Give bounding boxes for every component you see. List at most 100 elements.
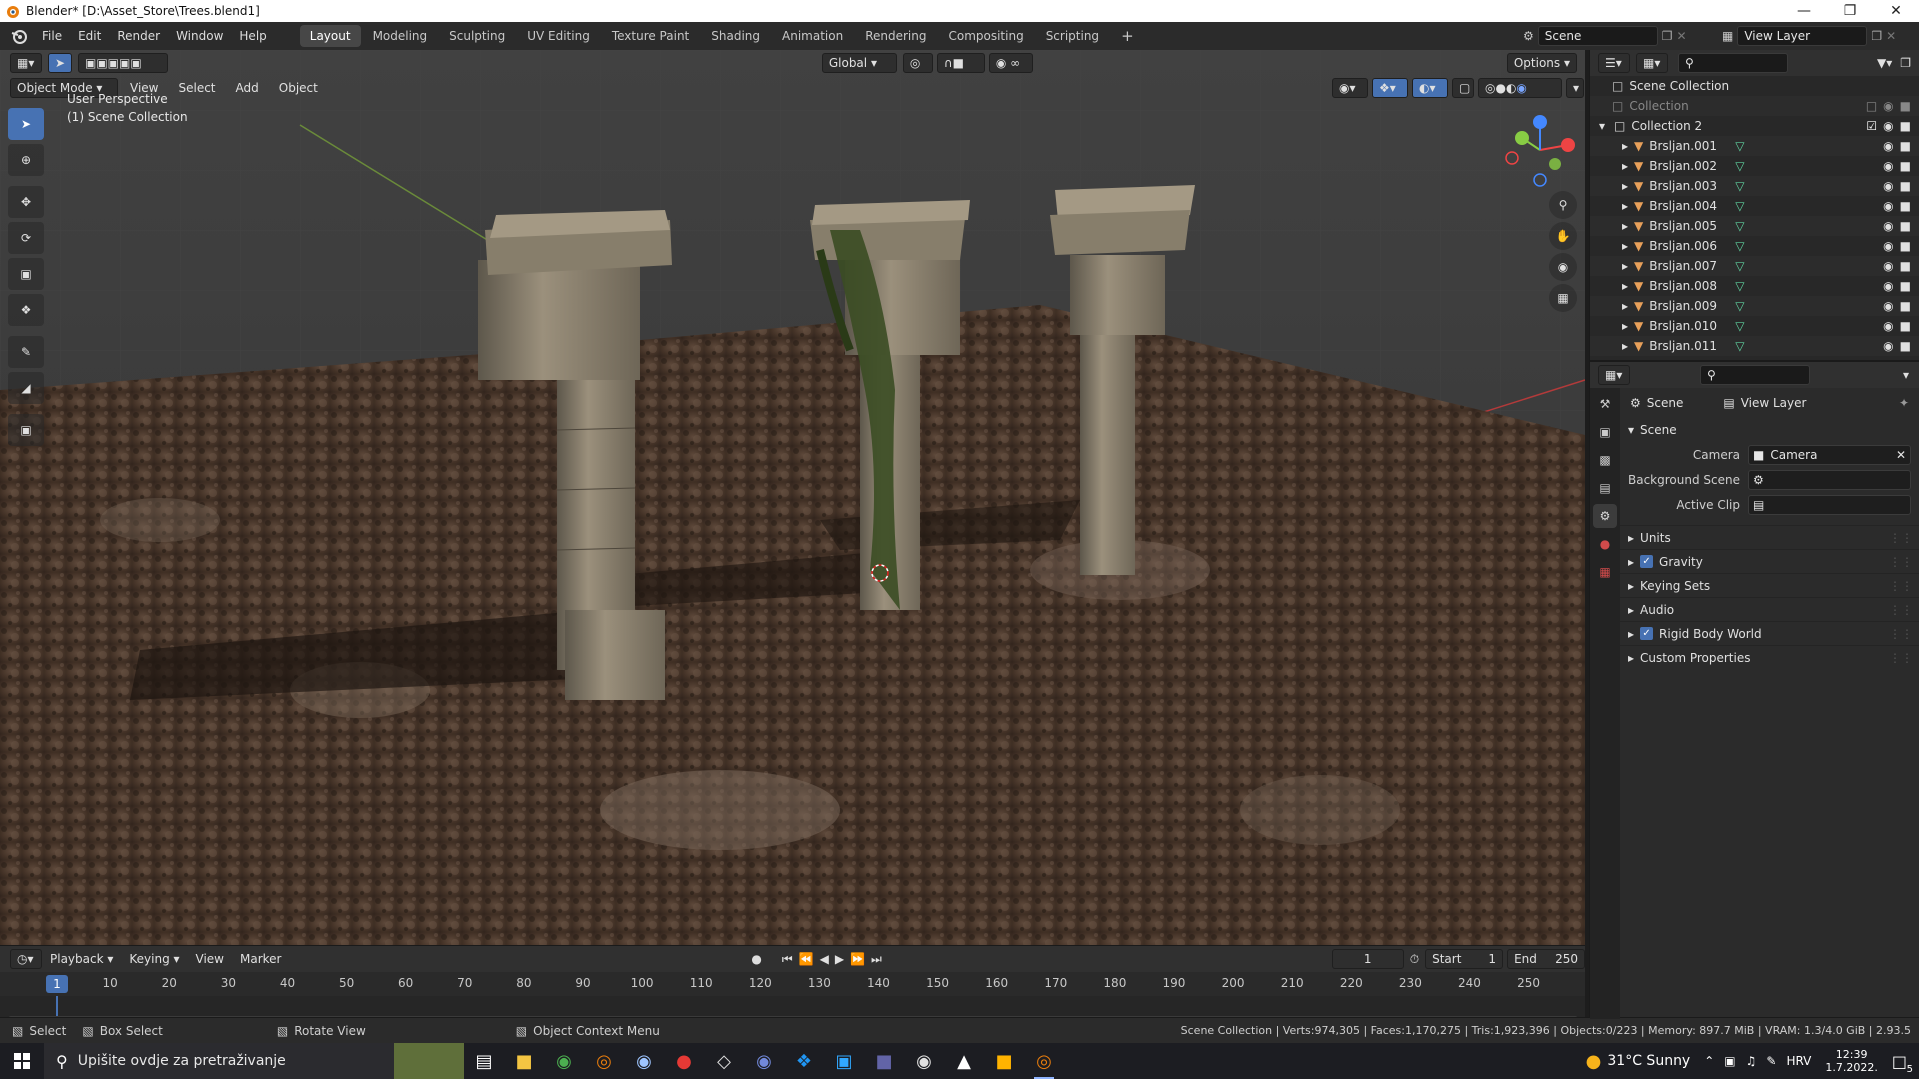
camera-icon[interactable]: ■ <box>1900 239 1911 253</box>
volume-icon[interactable]: ♫ <box>1746 1054 1757 1068</box>
drag-handle-icon[interactable]: ⋮⋮ <box>1889 531 1913 545</box>
stopwatch-icon[interactable]: ⏱ <box>1410 952 1419 967</box>
remove-scene-icon[interactable]: ✕ <box>1677 29 1687 43</box>
scene-icon[interactable]: ⚙ <box>1523 29 1534 43</box>
viewport-menu-add[interactable]: Add <box>228 78 267 98</box>
tool-add-cube[interactable]: ▣ <box>8 414 44 446</box>
tab-uv-editing[interactable]: UV Editing <box>517 25 600 47</box>
camera-icon[interactable]: ■ <box>1900 339 1911 353</box>
eye-icon[interactable]: ◉ <box>1883 99 1893 113</box>
outliner-object-row[interactable]: ▸ ▼ Brsljan.010 ▽ ◉ ■ <box>1590 316 1919 336</box>
taskbar-app-file-explorer[interactable]: ■ <box>504 1043 544 1079</box>
menu-window[interactable]: Window <box>168 22 231 50</box>
tab-world-props[interactable]: ● <box>1593 532 1617 556</box>
next-keyframe-button[interactable]: ⏩ <box>850 952 865 966</box>
expand-arrow-icon[interactable]: ▸ <box>1590 319 1634 333</box>
tab-layout[interactable]: Layout <box>299 25 361 47</box>
camera-icon[interactable]: ■ <box>1900 319 1911 333</box>
taskbar-app-app[interactable]: ■ <box>984 1043 1024 1079</box>
timeline-menu-playback[interactable]: Playback ▾ <box>42 949 121 969</box>
current-frame-marker[interactable]: 1 <box>46 975 68 993</box>
outliner-object-row[interactable]: ▸ ▼ Brsljan.011 ▽ ◉ ■ <box>1590 336 1919 356</box>
taskbar-app-blender[interactable]: ◎ <box>584 1043 624 1079</box>
options-dropdown[interactable]: Options ▾ <box>1506 53 1577 73</box>
eye-icon[interactable]: ◉ <box>1883 299 1893 313</box>
camera-icon[interactable]: ■ <box>1900 219 1911 233</box>
drag-handle-icon[interactable]: ⋮⋮ <box>1889 627 1913 641</box>
tab-scene-props[interactable]: ⚙ <box>1593 504 1617 528</box>
zoom-button[interactable]: ⚲ <box>1549 191 1577 219</box>
active-clip-field[interactable]: ▤ <box>1748 494 1911 515</box>
taskbar-app-task-view[interactable]: ▤ <box>464 1043 504 1079</box>
notifications-button[interactable]: □ 5 <box>1892 1052 1913 1075</box>
end-frame-field[interactable]: End 250 <box>1507 949 1586 969</box>
tab-animation[interactable]: Animation <box>772 25 853 47</box>
sub-panel-header[interactable]: ▸ Units ⋮⋮ <box>1620 525 1919 549</box>
modifier-data-icon[interactable]: ▽ <box>1735 339 1744 353</box>
taskbar-app-steam-like[interactable]: ◉ <box>624 1043 664 1079</box>
tool-select-box[interactable]: ➤ <box>8 108 44 140</box>
record-button[interactable]: ● <box>751 952 761 966</box>
drag-handle-icon[interactable]: ⋮⋮ <box>1889 579 1913 593</box>
new-collection-icon[interactable]: ❐ <box>1900 56 1911 70</box>
taskbar-app-photoshop[interactable]: ▣ <box>824 1043 864 1079</box>
gizmo-toggle[interactable]: ❖▾ <box>1372 78 1408 98</box>
scene-selector[interactable]: Scene <box>1537 26 1658 46</box>
overlays-toggle[interactable]: ◐▾ <box>1412 78 1448 98</box>
minimize-button[interactable]: — <box>1781 0 1827 22</box>
drag-handle-icon[interactable]: ⋮⋮ <box>1889 603 1913 617</box>
tab-view-layer-props[interactable]: ▤ <box>1593 476 1617 500</box>
outliner-object-row[interactable]: ▸ ▼ Brsljan.006 ▽ ◉ ■ <box>1590 236 1919 256</box>
select-box-modes[interactable]: ▣▣▣▣▣ <box>78 53 168 73</box>
shading-options-dropdown[interactable]: ▾ <box>1566 78 1584 98</box>
modifier-data-icon[interactable]: ▽ <box>1735 259 1744 273</box>
tab-render-props[interactable]: ▣ <box>1593 420 1617 444</box>
taskbar-app-chrome[interactable]: ◉ <box>544 1043 584 1079</box>
ortho-toggle-button[interactable]: ▦ <box>1549 284 1577 312</box>
current-frame-field[interactable]: 1 <box>1331 949 1404 969</box>
play-reverse-button[interactable]: ◀ <box>820 952 829 966</box>
taskbar-app-blender-active[interactable]: ◎ <box>1024 1043 1064 1079</box>
outliner-object-row[interactable]: ▸ ▼ Brsljan.008 ▽ ◉ ■ <box>1590 276 1919 296</box>
camera-icon[interactable]: ■ <box>1900 299 1911 313</box>
tool-transform[interactable]: ❖ <box>8 294 44 326</box>
chevron-up-icon[interactable]: ⌃ <box>1704 1054 1714 1068</box>
outliner-collection[interactable]: □ Collection □ ◉ ■ <box>1590 96 1919 116</box>
tool-rotate[interactable]: ⟳ <box>8 222 44 254</box>
taskbar-app-discord[interactable]: ◉ <box>744 1043 784 1079</box>
tool-cursor[interactable]: ⊕ <box>8 144 44 176</box>
pen-icon[interactable]: ✎ <box>1766 1054 1776 1068</box>
eye-icon[interactable]: ◉ <box>1883 279 1893 293</box>
expand-arrow-icon[interactable]: ▸ <box>1590 179 1634 193</box>
new-view-layer-icon[interactable]: ❐ <box>1871 29 1882 43</box>
camera-view-button[interactable]: ◉ <box>1549 253 1577 281</box>
clock[interactable]: 12:39 1.7.2022. <box>1825 1048 1877 1074</box>
eye-icon[interactable]: ◉ <box>1883 319 1893 333</box>
outliner-object-row[interactable]: ▸ ▼ Brsljan.009 ▽ ◉ ■ <box>1590 296 1919 316</box>
close-window-button[interactable]: ✕ <box>1873 0 1919 22</box>
outliner-editor-type[interactable]: ☰▾ <box>1598 53 1630 73</box>
eye-icon[interactable]: ◉ <box>1883 199 1893 213</box>
tool-annotate[interactable]: ✎ <box>8 336 44 368</box>
eye-icon[interactable]: ◉ <box>1883 259 1893 273</box>
modifier-data-icon[interactable]: ▽ <box>1735 199 1744 213</box>
clear-icon[interactable]: ✕ <box>1896 448 1906 462</box>
outliner-object-row[interactable]: ▸ ▼ Brsljan.003 ▽ ◉ ■ <box>1590 176 1919 196</box>
scene-panel-header[interactable]: ▾ Scene <box>1620 418 1919 442</box>
menu-file[interactable]: File <box>34 22 70 50</box>
timeline-menu-view[interactable]: View <box>188 949 232 969</box>
snap-toggle[interactable]: ∩■ <box>936 53 985 73</box>
tool-measure[interactable]: ◢ <box>8 372 44 404</box>
outliner-collection-2[interactable]: ▾ □ Collection 2 ☑ ◉ ■ <box>1590 116 1919 136</box>
eye-icon[interactable]: ◉ <box>1883 159 1893 173</box>
prev-keyframe-button[interactable]: ⏪ <box>799 952 814 966</box>
tab-tool-props[interactable]: ⚒ <box>1593 392 1617 416</box>
pivot-point-button[interactable]: ◎ <box>902 53 933 73</box>
modifier-data-icon[interactable]: ▽ <box>1735 319 1744 333</box>
taskbar-app-vscode[interactable]: ❖ <box>784 1043 824 1079</box>
sub-panel-header[interactable]: ▸ Audio ⋮⋮ <box>1620 597 1919 621</box>
sub-panel-header[interactable]: ▸ Custom Properties ⋮⋮ <box>1620 645 1919 669</box>
eye-icon[interactable]: ◉ <box>1883 339 1893 353</box>
tab-output-props[interactable]: ▩ <box>1593 448 1617 472</box>
shading-modes[interactable]: ◎●◐◉ <box>1478 78 1562 98</box>
